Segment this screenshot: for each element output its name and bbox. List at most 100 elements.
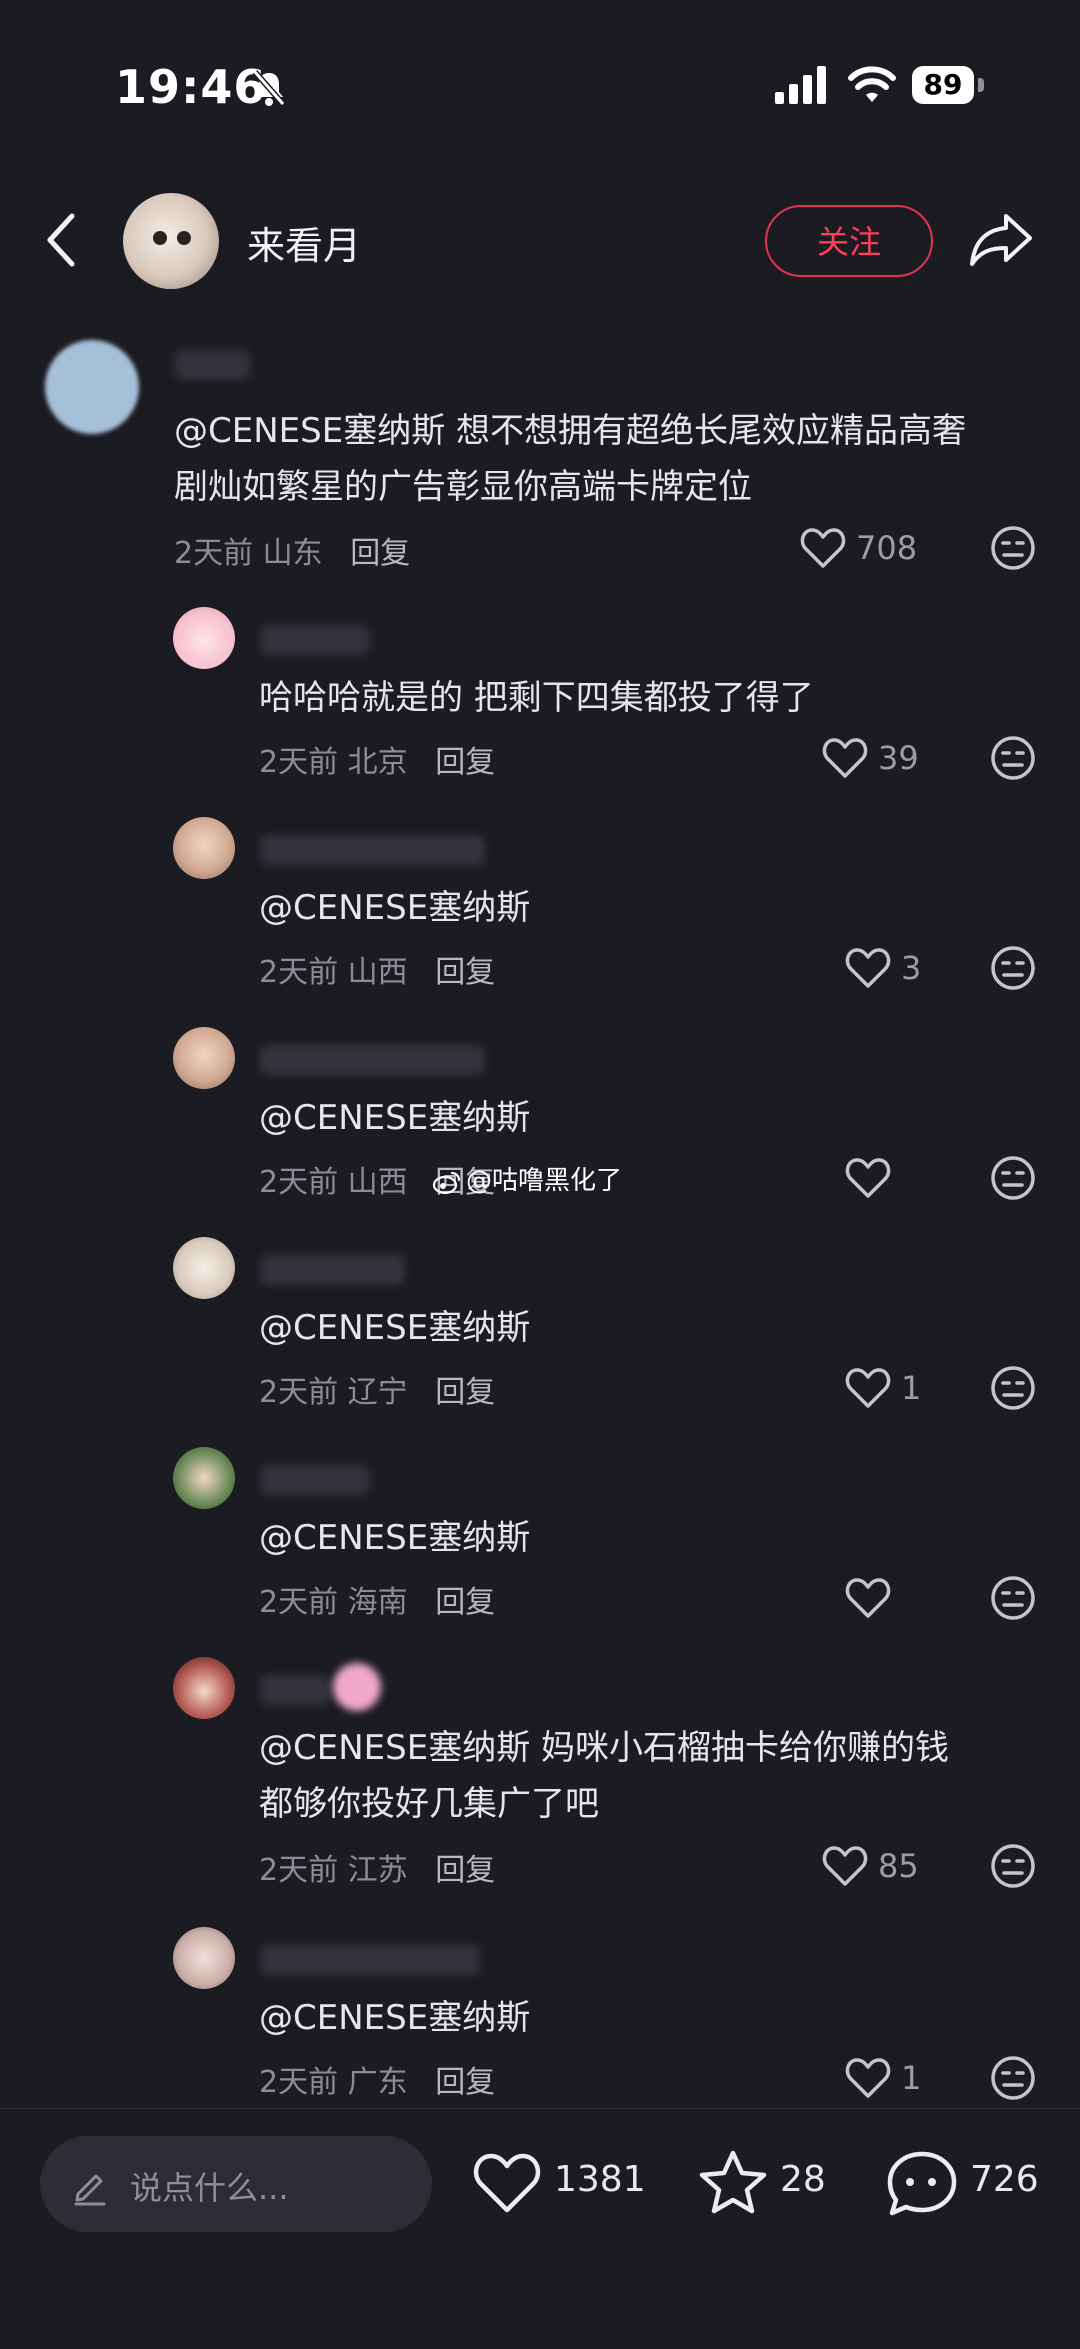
commenter-name-blurred[interactable] (260, 1465, 370, 1495)
favorite-count: 28 (780, 2159, 826, 2200)
commenter-name-blurred[interactable] (260, 835, 485, 865)
commenter-name-blurred[interactable] (260, 625, 370, 655)
comment-meta: 2天前 北京 回复 (259, 737, 495, 781)
heart-icon (800, 528, 846, 568)
favorite-button[interactable]: 28 (698, 2147, 828, 2217)
follow-button[interactable]: 关注 (765, 205, 933, 277)
star-icon (699, 2150, 767, 2214)
comment-time: 2天前 (259, 955, 339, 990)
weibo-logo-icon (432, 1171, 461, 1194)
wifi-icon (848, 66, 896, 102)
like-button[interactable]: 1 (845, 2055, 935, 2101)
comment-text: @CENESE塞纳斯 (259, 1998, 531, 2038)
dislike-face-icon[interactable] (990, 945, 1036, 991)
status-time: 19:46 (115, 60, 267, 114)
commenter-avatar[interactable] (173, 1927, 235, 1989)
battery-level: 89 (912, 66, 974, 104)
reply-comment-item: @CENESE塞纳斯 妈咪小石榴抽卡给你赚的钱 都够你投好几集广了吧 2天前 江… (0, 1655, 1080, 1905)
status-bar: 19:46 89 (0, 0, 1080, 170)
dislike-face-icon[interactable] (990, 1365, 1036, 1411)
like-button[interactable]: 1 (845, 1365, 935, 1411)
share-icon[interactable] (968, 210, 1034, 270)
commenter-name-blurred[interactable] (260, 1255, 405, 1285)
commenter-avatar[interactable] (45, 340, 139, 434)
commenter-name-blurred[interactable] (175, 350, 250, 380)
like-count: 3 (901, 949, 922, 987)
comment-text-line: @CENESE塞纳斯 妈咪小石榴抽卡给你赚的钱 (259, 1728, 950, 1768)
dislike-face-icon[interactable] (990, 525, 1036, 571)
comment-location: 海南 (347, 1585, 408, 1620)
comment-text: @CENESE塞纳斯 (259, 1308, 531, 1348)
profile-avatar[interactable] (123, 193, 219, 289)
like-button[interactable]: 39 (822, 735, 932, 781)
like-count: 85 (878, 1847, 919, 1885)
comment-count: 726 (970, 2159, 1039, 2200)
reply-button[interactable]: 回复 (435, 745, 495, 780)
like-button[interactable]: 708 (800, 525, 930, 571)
like-count: 708 (856, 529, 918, 567)
comment-text: @CENESE塞纳斯 想不想拥有超绝长尾效应精品高奢 剧灿如繁星的广告彰显你高端… (174, 403, 966, 515)
profile-username[interactable]: 来看月 (247, 215, 361, 270)
profile-header: 来看月 关注 (0, 185, 1080, 295)
heart-icon (822, 1846, 868, 1886)
name-emoji-blurred (333, 1663, 381, 1711)
commenter-avatar[interactable] (173, 817, 235, 879)
like-button[interactable] (845, 1575, 895, 1621)
dislike-face-icon[interactable] (990, 735, 1036, 781)
battery-tip (978, 78, 984, 92)
comment-time: 2天前 (259, 745, 339, 780)
reply-comment-item: @CENESE塞纳斯 2天前 辽宁 回复 1 (0, 1235, 1080, 1425)
comment-item: @CENESE塞纳斯 想不想拥有超绝长尾效应精品高奢 剧灿如繁星的广告彰显你高端… (0, 335, 1080, 585)
comment-input-placeholder: 说点什么... (130, 2169, 289, 2207)
comment-text: @CENESE塞纳斯 妈咪小石榴抽卡给你赚的钱 都够你投好几集广了吧 (259, 1720, 949, 1832)
comment-text: @CENESE塞纳斯 (259, 1518, 531, 1558)
back-arrow-icon[interactable] (42, 210, 82, 270)
reply-button[interactable]: 回复 (435, 2065, 495, 2100)
like-button[interactable]: 85 (822, 1843, 932, 1889)
comment-location: 山东 (262, 536, 323, 571)
comments-button[interactable]: 726 (886, 2147, 1046, 2217)
commenter-name-blurred[interactable] (260, 1045, 485, 1075)
commenter-avatar[interactable] (173, 607, 235, 669)
bottom-action-bar: 说点什么... 1381 28 726 (0, 2108, 1080, 2349)
commenter-avatar[interactable] (173, 1237, 235, 1299)
comment-time: 2天前 (259, 1165, 339, 1200)
commenter-avatar[interactable] (173, 1657, 235, 1719)
reply-comment-item: 哈哈哈就是的 把剩下四集都投了得了 2天前 北京 回复 39 (0, 605, 1080, 795)
reply-button[interactable]: 回复 (435, 1853, 495, 1888)
comment-time: 2天前 (259, 1585, 339, 1620)
commenter-avatar[interactable] (173, 1447, 235, 1509)
dislike-face-icon[interactable] (990, 1843, 1036, 1889)
like-post-button[interactable]: 1381 (472, 2147, 646, 2217)
comment-time: 2天前 (259, 2065, 339, 2100)
comment-meta: 2天前 山东 回复 (174, 528, 410, 572)
comment-input[interactable]: 说点什么... (40, 2136, 432, 2232)
comment-meta: 2天前 山西 回复 (259, 947, 495, 991)
dislike-face-icon[interactable] (990, 1575, 1036, 1621)
like-button[interactable]: 3 (845, 945, 935, 991)
comment-time: 2天前 (259, 1853, 339, 1888)
dislike-face-icon[interactable] (990, 1155, 1036, 1201)
comment-text-line: 剧灿如繁星的广告彰显你高端卡牌定位 (174, 467, 752, 507)
like-count: 1 (901, 2059, 922, 2097)
pencil-icon (74, 2174, 106, 2206)
comment-time: 2天前 (174, 536, 254, 571)
commenter-avatar[interactable] (173, 1027, 235, 1089)
comment-text: @CENESE塞纳斯 (259, 1098, 531, 1138)
comment-location: 江苏 (347, 1853, 408, 1888)
like-button[interactable] (845, 1155, 895, 1201)
reply-button[interactable]: 回复 (435, 1375, 495, 1410)
dislike-face-icon[interactable] (990, 2055, 1036, 2101)
like-count: 39 (878, 739, 919, 777)
commenter-name-blurred[interactable] (260, 1945, 480, 1975)
heart-icon (845, 2058, 891, 2098)
watermark-text: @咕噜黑化了 (466, 1166, 623, 1196)
reply-button[interactable]: 回复 (435, 955, 495, 990)
heart-icon (845, 1158, 891, 1198)
comment-location: 山西 (347, 955, 408, 990)
heart-icon (473, 2153, 541, 2213)
commenter-name-blurred[interactable] (260, 1675, 330, 1705)
comment-location: 山西 (347, 1165, 408, 1200)
reply-button[interactable]: 回复 (435, 1585, 495, 1620)
reply-button[interactable]: 回复 (350, 536, 410, 571)
